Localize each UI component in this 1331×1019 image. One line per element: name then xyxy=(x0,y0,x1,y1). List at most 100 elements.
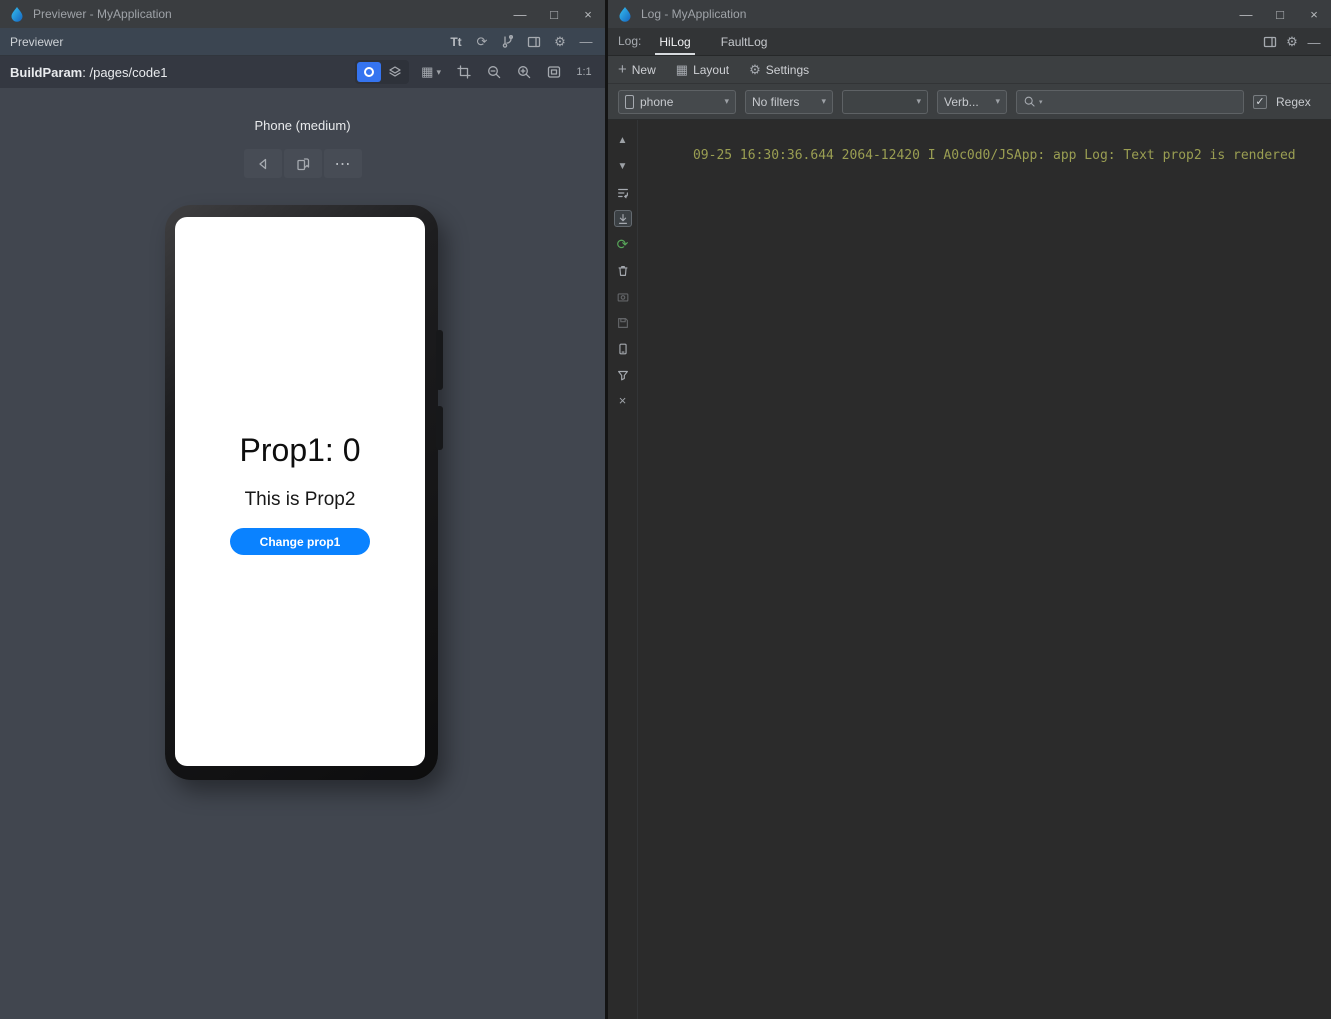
phone-mockup: Prop1: 0 This is Prop2 Change prop1 xyxy=(165,205,438,780)
grid-icon: ▦ xyxy=(421,64,433,80)
deveco-logo-icon xyxy=(617,6,633,22)
inspector-toggle[interactable] xyxy=(357,62,381,82)
plus-icon: + xyxy=(618,61,627,78)
gear-icon[interactable]: ⚙ xyxy=(1281,31,1303,53)
build-param-label: BuildParam xyxy=(10,65,82,80)
panel-layout-icon[interactable] xyxy=(521,31,547,53)
log-window-title: Log - MyApplication xyxy=(641,7,746,21)
panel-layout-icon[interactable] xyxy=(1259,31,1281,53)
previewer-titlebar: Previewer - MyApplication — □ × xyxy=(0,0,605,28)
previewer-window: Previewer - MyApplication — □ × Previewe… xyxy=(0,0,605,1019)
inspector-icon xyxy=(364,67,374,77)
process-select[interactable]: ▾ xyxy=(842,90,928,114)
prop2-text: This is Prop2 xyxy=(175,489,425,511)
chevron-down-icon: ▾ xyxy=(436,67,441,78)
chevron-down-icon: ▾ xyxy=(916,96,921,107)
close-icon[interactable]: × xyxy=(571,0,605,28)
settings-label: Settings xyxy=(766,63,809,77)
restart-icon[interactable]: ⟳ xyxy=(614,236,632,253)
multi-preview-icon[interactable] xyxy=(495,31,521,53)
minimize-icon[interactable]: — xyxy=(1229,0,1263,28)
tab-hilog[interactable]: HiLog xyxy=(655,35,694,55)
scroll-to-end-icon[interactable] xyxy=(614,210,632,227)
close-panel-icon[interactable]: × xyxy=(614,392,632,409)
previewer-tab-bar: Previewer Tt ⟳ ⚙ — xyxy=(0,28,605,56)
log-body: ▲ ▼ ⟳ × xyxy=(608,120,1331,1019)
preview-controls: ⋯ xyxy=(244,149,362,178)
log-label: Log: xyxy=(618,34,641,55)
deveco-logo-icon xyxy=(9,6,25,22)
back-button[interactable] xyxy=(244,149,282,178)
log-window: Log - MyApplication — □ × Log: HiLog Fau… xyxy=(608,0,1331,1019)
device-select[interactable]: phone ▾ xyxy=(618,90,736,114)
build-param-value: : /pages/code1 xyxy=(82,65,167,80)
maximize-icon[interactable]: □ xyxy=(537,0,571,28)
device-label: Phone (medium) xyxy=(0,118,605,133)
hide-panel-icon[interactable]: — xyxy=(1303,31,1325,53)
level-select-value: Verb... xyxy=(944,95,989,109)
log-titlebar: Log - MyApplication — □ × xyxy=(608,0,1331,28)
settings-button[interactable]: ⚙ Settings xyxy=(749,62,809,78)
build-param-bar: BuildParam : /pages/code1 ▦ ▾ xyxy=(0,56,605,88)
font-settings-icon[interactable]: Tt xyxy=(443,31,469,53)
log-side-toolbar: ▲ ▼ ⟳ × xyxy=(608,120,638,1019)
maximize-icon[interactable]: □ xyxy=(1263,0,1297,28)
layers-icon xyxy=(387,64,403,80)
phone-screen: Prop1: 0 This is Prop2 Change prop1 xyxy=(175,217,425,766)
orientation-button[interactable] xyxy=(284,149,322,178)
prop1-text: Prop1: 0 xyxy=(175,432,425,469)
frame-select-icon[interactable] xyxy=(453,61,475,83)
tab-previewer[interactable]: Previewer xyxy=(10,35,63,49)
preview-canvas: Phone (medium) ⋯ Prop1: 0 This is Prop2 … xyxy=(0,88,605,1019)
filter-funnel-icon[interactable] xyxy=(614,366,632,383)
new-button[interactable]: + New xyxy=(618,61,656,78)
screenshot-icon[interactable] xyxy=(614,288,632,305)
new-label: New xyxy=(632,63,656,77)
close-icon[interactable]: × xyxy=(1297,0,1331,28)
clear-log-icon[interactable] xyxy=(614,262,632,279)
scroll-down-icon[interactable]: ▼ xyxy=(614,158,632,175)
log-window-controls: — □ × xyxy=(1229,0,1331,28)
zoom-out-icon[interactable] xyxy=(483,61,505,83)
refresh-icon[interactable]: ⟳ xyxy=(469,31,495,53)
tab-faultlog[interactable]: FaultLog xyxy=(717,35,772,55)
search-icon xyxy=(1023,95,1036,108)
fit-screen-icon[interactable] xyxy=(543,61,565,83)
log-filter-bar: phone ▾ No filters ▾ ▾ Verb... ▾ ▾ ✓ Reg… xyxy=(608,84,1331,120)
phone-icon xyxy=(625,95,634,109)
layout-grid-icon: ▦ xyxy=(676,62,688,78)
log-line: 09-25 16:30:36.644 2064-12420 I A0c0d0/J… xyxy=(693,148,1296,163)
preview-mode-group xyxy=(355,60,409,84)
soft-wrap-icon[interactable] xyxy=(614,184,632,201)
gear-icon[interactable]: ⚙ xyxy=(547,31,573,53)
hide-panel-icon[interactable]: — xyxy=(573,31,599,53)
change-prop1-button[interactable]: Change prop1 xyxy=(230,528,370,555)
chevron-down-icon: ▾ xyxy=(821,96,826,107)
search-input[interactable]: ▾ xyxy=(1016,90,1244,114)
minimize-icon[interactable]: — xyxy=(503,0,537,28)
phone-power-button xyxy=(436,406,443,450)
search-history-caret-icon: ▾ xyxy=(1039,98,1043,106)
previewer-toolbar: ▦ ▾ 1:1 xyxy=(355,60,595,84)
scroll-up-icon[interactable]: ▲ xyxy=(614,132,632,149)
zoom-in-icon[interactable] xyxy=(513,61,535,83)
level-select[interactable]: Verb... ▾ xyxy=(937,90,1007,114)
save-log-icon[interactable] xyxy=(614,314,632,331)
layers-toggle[interactable] xyxy=(383,62,407,82)
chevron-down-icon: ▾ xyxy=(724,96,729,107)
log-toolbar: + New ▦ Layout ⚙ Settings xyxy=(608,56,1331,84)
device-view-icon[interactable] xyxy=(614,340,632,357)
device-select-value: phone xyxy=(640,95,718,109)
log-tab-bar: Log: HiLog FaultLog ⚙ — xyxy=(608,28,1331,56)
regex-checkbox[interactable]: ✓ xyxy=(1253,95,1267,109)
log-output[interactable]: 09-25 16:30:36.644 2064-12420 I A0c0d0/J… xyxy=(638,120,1331,1019)
layout-label: Layout xyxy=(693,63,729,77)
chevron-down-icon: ▾ xyxy=(995,96,1000,107)
previewer-window-controls: — □ × xyxy=(503,0,605,28)
filter-select-value: No filters xyxy=(752,95,815,109)
layout-button[interactable]: ▦ Layout xyxy=(676,62,729,78)
zoom-ratio-label[interactable]: 1:1 xyxy=(573,61,595,83)
grid-dropdown[interactable]: ▦ ▾ xyxy=(417,62,445,82)
more-options-button[interactable]: ⋯ xyxy=(324,149,362,178)
filter-select[interactable]: No filters ▾ xyxy=(745,90,833,114)
